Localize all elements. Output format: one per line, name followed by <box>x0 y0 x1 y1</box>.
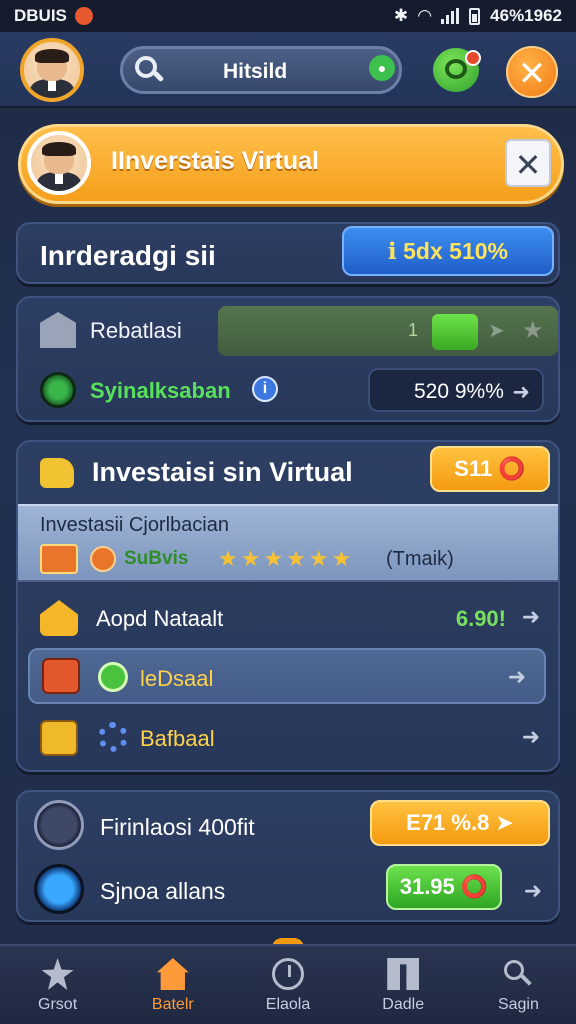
gift-icon <box>40 544 78 574</box>
info-icon[interactable]: i <box>252 376 278 402</box>
bottom-nav: Grsot Batelr Elaola Dadle Sagin <box>0 944 576 1024</box>
bluetooth-icon: ✱ <box>393 6 409 25</box>
bank-icon <box>40 312 76 348</box>
summary-title: Investasii Cjorlbacian <box>40 514 229 536</box>
list-item[interactable]: Aopd Nataalt 6.90! ➜ <box>18 588 558 648</box>
notification-icon <box>74 7 93 25</box>
nav-label: Dadle <box>382 996 425 1013</box>
status-right: ✱ ◠ 46%1962 <box>394 6 562 26</box>
nav-item-sagin[interactable]: Sagin <box>461 946 576 1024</box>
stat-value: 520 9%% <box>414 380 504 403</box>
nav-label: Sagin <box>497 996 539 1013</box>
arrow-right-icon: ➜ <box>521 604 540 629</box>
list-item-label: Bafbaal <box>140 726 215 751</box>
nav-label: Batelr <box>151 996 194 1013</box>
scroll-icon <box>40 720 78 756</box>
home-icon <box>156 958 189 990</box>
summary-tail: (Tmaik) <box>386 548 454 570</box>
header-panel: Inrderadgi sii ℹ 5dx 510% <box>16 222 560 284</box>
finance-value-button[interactable]: 31.95 ⭕ <box>386 864 502 910</box>
finance-row[interactable]: Sjnoa allans 31.95 ⭕ ➜ <box>18 858 558 922</box>
nav-label: Grsot <box>38 996 78 1013</box>
clock-icon <box>272 958 304 990</box>
house-icon <box>40 600 78 636</box>
battery-icon <box>469 7 481 25</box>
stat-label: Syinalksaban <box>90 378 231 403</box>
investment-summary-card[interactable]: Investasii Cjorlbacian SuBvis ★★★★★★ (Tm… <box>18 504 558 582</box>
signal-icon <box>441 8 460 24</box>
nav-item-elaola[interactable]: Elaola <box>230 946 345 1024</box>
star-rating: ★★★★★★ <box>218 546 355 571</box>
progress-knob[interactable] <box>432 314 478 350</box>
search-bar[interactable]: Hitsild ● <box>120 46 402 94</box>
list-item[interactable]: Bafbaal ➜ <box>18 708 558 768</box>
status-left: DBUIS <box>14 6 93 26</box>
finance-label: Sjnoa allans <box>100 878 226 904</box>
document-icon <box>387 958 420 990</box>
investment-coins-button[interactable]: S11 ⭕ <box>430 446 550 492</box>
arrow-right-icon: ➜ <box>512 381 530 404</box>
carrier-label: DBUIS <box>14 6 67 25</box>
chat-icon <box>445 59 467 79</box>
top-bar: Hitsild ● ✕ <box>0 32 576 108</box>
search-icon[interactable] <box>135 56 165 84</box>
banner: IInverstais Virtual ✕ <box>18 124 564 204</box>
header-rate-button[interactable]: ℹ 5dx 510% <box>342 226 554 276</box>
close-icon: ✕ <box>517 55 547 93</box>
camera-icon <box>42 658 80 694</box>
list-item-value: 6.90! <box>455 606 506 631</box>
stat-label: Rebatlasi <box>90 318 182 343</box>
stat-row-syinalksaban[interactable]: Syinalksaban i 520 9%% ➜ <box>18 362 558 418</box>
nav-item-grsot[interactable]: Grsot <box>0 946 115 1024</box>
chat-button[interactable] <box>433 48 481 92</box>
progress-value: 1 <box>408 320 419 340</box>
nav-item-batelr[interactable]: Batelr <box>115 946 230 1024</box>
finance-panel: Firinlaosi 400fit E71 %.8 ➤ Sjnoa allans… <box>16 790 560 922</box>
shield-icon <box>40 372 76 408</box>
search-input[interactable]: Hitsild <box>223 60 287 84</box>
mic-icon[interactable]: ● <box>369 55 395 81</box>
list-item-label: leDsaal <box>140 666 214 691</box>
stats-panel: Rebatlasi 1 ➤ ★ Syinalksaban i 520 9%% ➜ <box>16 296 560 422</box>
nav-item-dadle[interactable]: Dadle <box>346 946 461 1024</box>
investment-panel: Investaisi sin Virtual S11 ⭕ Investasii … <box>16 440 560 772</box>
finance-label: Firinlaosi 400fit <box>100 814 255 840</box>
status-time: 46%1962 <box>490 6 562 25</box>
close-button[interactable]: ✕ <box>506 46 558 98</box>
chat-notification-badge <box>465 50 481 66</box>
list-item-label: Aopd Nataalt <box>96 606 224 631</box>
list-item[interactable]: leDsaal ➜ <box>28 648 546 704</box>
info-circle-icon <box>34 864 84 914</box>
progress-bar[interactable] <box>218 306 558 356</box>
star-icon[interactable]: ★ <box>522 316 544 345</box>
banner-close-button[interactable]: ✕ <box>505 139 551 187</box>
arrow-right-icon: ➜ <box>521 724 540 749</box>
investment-title: Investaisi sin Virtual <box>92 457 353 487</box>
banner-avatar <box>27 131 91 195</box>
wifi-icon: ◠ <box>418 6 432 25</box>
header-title: Inrderadgi sii <box>40 240 216 271</box>
banner-title: IInverstais Virtual <box>111 147 319 175</box>
status-bar: DBUIS ✱ ◠ 46%1962 <box>0 0 576 32</box>
finance-value-button[interactable]: E71 %.8 ➤ <box>370 800 550 846</box>
pen-icon <box>34 800 84 850</box>
summary-label: SuBvis <box>124 548 189 569</box>
arrow-right-icon: ➤ <box>488 320 505 342</box>
star-icon <box>41 958 74 990</box>
user-avatar[interactable] <box>20 38 84 102</box>
stat-value-field[interactable]: 520 9%% ➜ <box>368 368 544 412</box>
gear-icon <box>98 722 128 752</box>
finance-row[interactable]: Firinlaosi 400fit E71 %.8 ➤ <box>18 794 558 858</box>
arrow-right-icon: ➜ <box>507 664 526 689</box>
badge-icon <box>98 662 128 692</box>
search-icon <box>502 958 534 990</box>
coin-icon <box>90 546 116 572</box>
arrow-right-icon: ➜ <box>523 878 542 903</box>
stat-row-rebatlasi[interactable]: Rebatlasi 1 ➤ ★ <box>18 302 558 358</box>
nav-label: Elaola <box>265 996 311 1013</box>
chest-icon <box>40 458 74 488</box>
